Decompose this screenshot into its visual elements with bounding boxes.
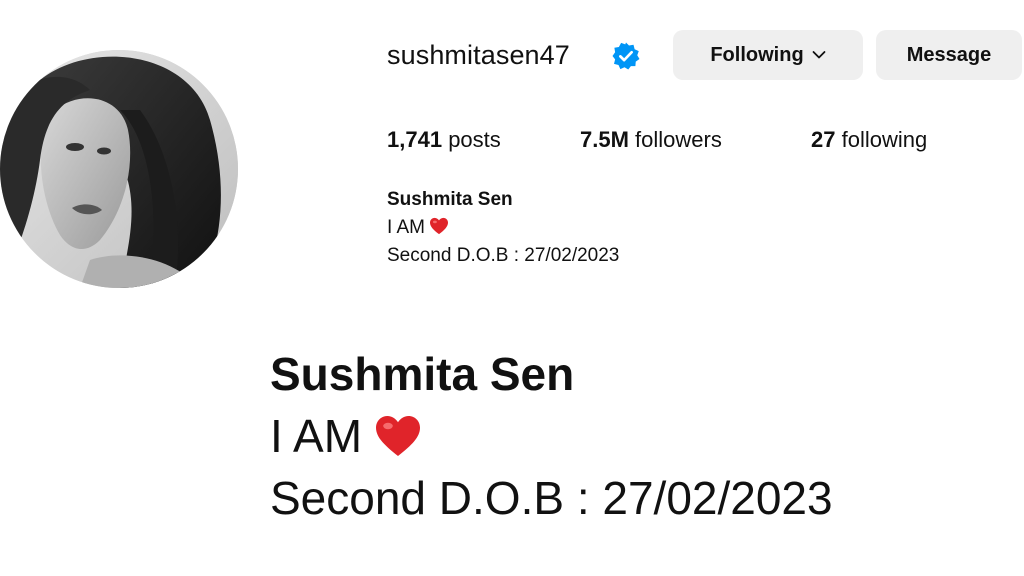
bio-zoom-line-2: Second D.O.B : 27/02/2023 [270, 472, 833, 524]
avatar[interactable] [0, 50, 238, 288]
following-stat[interactable]: 27 following [811, 125, 927, 155]
followers-count: 7.5M [580, 127, 629, 152]
verified-badge-icon [612, 42, 640, 70]
following-button[interactable]: Following [673, 30, 863, 80]
bio-zoom-line-1-text: I AM [270, 410, 363, 462]
bio-zoom-line-1: I AM [270, 405, 833, 467]
red-heart-icon [430, 217, 449, 235]
profile-photo-icon [0, 50, 238, 288]
chevron-down-icon [812, 51, 826, 59]
bio-display-name: Sushmita Sen [387, 189, 513, 210]
red-heart-icon [376, 416, 421, 456]
message-button[interactable]: Message [876, 30, 1022, 80]
profile-screenshot: sushmitasen47 Following Message 1,741 po… [0, 0, 1024, 576]
followers-label: followers [635, 127, 722, 152]
following-label: following [841, 127, 928, 152]
profile-bio: Sushmita Sen I AM Second D.O.B : 27/02/2… [387, 186, 619, 270]
bio-zoom-display-name: Sushmita Sen [270, 348, 575, 400]
posts-label: posts [448, 127, 501, 152]
following-count: 27 [811, 127, 836, 152]
following-button-label: Following [710, 43, 804, 66]
profile-stats: 1,741 posts 7.5M followers 27 following [387, 125, 987, 155]
bio-line-1-text: I AM [387, 217, 426, 238]
posts-count: 1,741 [387, 127, 443, 152]
username: sushmitasen47 [387, 40, 570, 70]
bio-zoom: Sushmita Sen I AM Second D.O.B : 27/02/2… [270, 343, 833, 529]
message-button-label: Message [906, 43, 992, 66]
followers-stat[interactable]: 7.5M followers [580, 125, 722, 155]
bio-line-2: Second D.O.B : 27/02/2023 [387, 245, 620, 266]
posts-stat[interactable]: 1,741 posts [387, 125, 501, 155]
bio-line-1: I AM [387, 214, 619, 242]
